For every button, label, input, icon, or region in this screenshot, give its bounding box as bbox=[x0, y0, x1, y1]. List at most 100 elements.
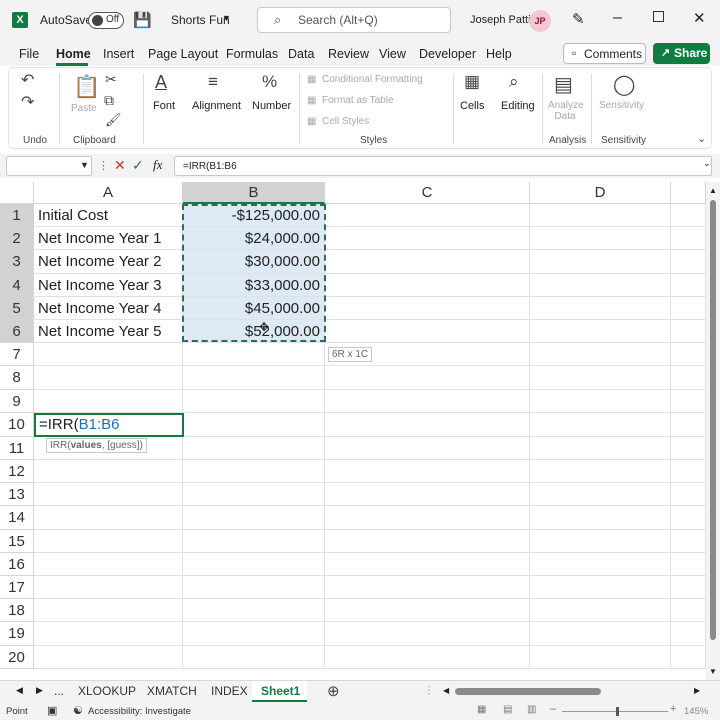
font-icon[interactable]: A bbox=[155, 72, 167, 93]
tab-view[interactable]: View bbox=[379, 47, 406, 61]
cell-a[interactable] bbox=[34, 576, 183, 600]
zoom-level[interactable]: 145% bbox=[684, 706, 708, 717]
cell-d[interactable] bbox=[530, 622, 671, 646]
cell-b[interactable] bbox=[183, 343, 325, 367]
horizontal-scroll-thumb[interactable] bbox=[455, 688, 601, 695]
save-icon[interactable]: 💾 bbox=[133, 11, 152, 29]
cell-e[interactable] bbox=[671, 529, 706, 553]
cell-b[interactable] bbox=[183, 366, 325, 390]
cell-d[interactable] bbox=[530, 506, 671, 530]
cell-e[interactable] bbox=[671, 273, 706, 297]
row-header[interactable]: 19 bbox=[0, 622, 34, 646]
redo-icon[interactable]: ↷ bbox=[21, 92, 34, 112]
zoom-in-icon[interactable]: + bbox=[670, 703, 676, 715]
user-name[interactable]: Joseph Patti bbox=[470, 14, 531, 26]
column-header-e[interactable] bbox=[671, 182, 706, 204]
cell-d[interactable] bbox=[530, 389, 671, 413]
cell-b[interactable] bbox=[183, 599, 325, 623]
collapse-ribbon-icon[interactable]: ⌄ bbox=[697, 132, 706, 145]
enter-icon[interactable]: ✓ bbox=[132, 157, 144, 174]
row-header[interactable]: 7 bbox=[0, 343, 34, 367]
sensitivity-icon[interactable]: ◯ bbox=[613, 72, 635, 97]
tab-home[interactable]: Home bbox=[56, 47, 91, 61]
row-header[interactable]: 18 bbox=[0, 599, 34, 623]
sheet-tab-index[interactable]: INDEX bbox=[211, 684, 248, 698]
scroll-tabs-right-icon[interactable]: ▶ bbox=[36, 685, 43, 696]
analyze-data-label[interactable]: Analyze Data bbox=[548, 100, 584, 122]
cell-d[interactable] bbox=[530, 599, 671, 623]
cell-d[interactable] bbox=[530, 250, 671, 274]
scroll-tabs-left-icon[interactable]: ◀ bbox=[16, 685, 23, 696]
cell-d[interactable] bbox=[530, 320, 671, 344]
undo-icon[interactable]: ↶ bbox=[21, 70, 34, 90]
column-header-a[interactable]: A bbox=[34, 182, 183, 204]
insert-function-icon[interactable]: fx bbox=[153, 157, 162, 173]
cell-e[interactable] bbox=[671, 366, 706, 390]
row-header[interactable]: 16 bbox=[0, 552, 34, 576]
accessibility-status[interactable]: Accessibility: Investigate bbox=[88, 706, 191, 717]
row-header[interactable]: 4 bbox=[0, 273, 34, 297]
hscroll-left-icon[interactable]: ◀ bbox=[443, 686, 449, 695]
percent-icon[interactable]: % bbox=[262, 72, 277, 92]
cell-d[interactable] bbox=[530, 296, 671, 320]
paste-label[interactable]: Paste bbox=[71, 103, 97, 114]
cell-e[interactable] bbox=[671, 645, 706, 669]
share-button[interactable]: ↗ Share bbox=[653, 43, 710, 64]
cell-e[interactable] bbox=[671, 389, 706, 413]
cell-a[interactable] bbox=[34, 343, 183, 367]
accessibility-icon[interactable]: ☯ bbox=[73, 704, 83, 717]
cancel-icon[interactable]: ✕ bbox=[114, 157, 126, 174]
normal-view-icon[interactable]: ▦ bbox=[477, 704, 486, 715]
tab-file[interactable]: File bbox=[19, 47, 39, 61]
cell-b[interactable] bbox=[183, 645, 325, 669]
analyze-data-icon[interactable]: ▤ bbox=[554, 72, 573, 97]
format-as-table-label[interactable]: Format as Table bbox=[322, 95, 394, 106]
cell-a[interactable]: Net Income Year 3 bbox=[34, 273, 183, 297]
cell-e[interactable] bbox=[671, 506, 706, 530]
cell-e[interactable] bbox=[671, 436, 706, 460]
cell-c[interactable] bbox=[325, 645, 530, 669]
font-label[interactable]: Font bbox=[153, 100, 175, 112]
scroll-up-icon[interactable]: ▲ bbox=[709, 186, 717, 195]
cell-b[interactable] bbox=[183, 389, 325, 413]
cell-e[interactable] bbox=[671, 296, 706, 320]
tab-developer[interactable]: Developer bbox=[419, 47, 476, 61]
cut-icon[interactable]: ✂ bbox=[105, 71, 117, 88]
row-header[interactable]: 14 bbox=[0, 506, 34, 530]
cell-a[interactable] bbox=[34, 599, 183, 623]
tab-help[interactable]: Help bbox=[486, 47, 512, 61]
cell-e[interactable] bbox=[671, 599, 706, 623]
alignment-label[interactable]: Alignment bbox=[192, 100, 241, 112]
chevron-down-icon[interactable]: ▼ bbox=[222, 13, 231, 23]
column-header-c[interactable]: C bbox=[325, 182, 530, 204]
sheet-tab-xlookup[interactable]: XLOOKUP bbox=[78, 684, 136, 698]
editing-label[interactable]: Editing bbox=[501, 100, 535, 112]
row-header[interactable]: 2 bbox=[0, 227, 34, 251]
cell-d[interactable] bbox=[530, 483, 671, 507]
cell-a[interactable]: Net Income Year 5 bbox=[34, 320, 183, 344]
active-edit-cell[interactable]: =IRR(B1:B6 bbox=[34, 413, 184, 437]
cell-b[interactable] bbox=[183, 483, 325, 507]
cell-a[interactable] bbox=[34, 389, 183, 413]
cell-c[interactable] bbox=[325, 576, 530, 600]
more-sheets[interactable]: ... bbox=[54, 684, 64, 698]
row-header[interactable]: 11 bbox=[0, 436, 34, 460]
cell-b[interactable] bbox=[183, 436, 325, 460]
cell-a[interactable] bbox=[34, 529, 183, 553]
comments-button[interactable]: ▫ Comments bbox=[563, 43, 646, 64]
spreadsheet-grid[interactable]: A B C D 1 Initial Cost -$125,000.00 2 Net In… bbox=[0, 182, 706, 680]
tab-review[interactable]: Review bbox=[328, 47, 369, 61]
cell-a[interactable]: Net Income Year 2 bbox=[34, 250, 183, 274]
select-all-corner[interactable] bbox=[0, 182, 34, 204]
cell-c[interactable] bbox=[325, 483, 530, 507]
name-box[interactable]: ▼ bbox=[6, 156, 92, 176]
cell-c[interactable] bbox=[325, 227, 530, 251]
add-sheet-icon[interactable]: ⊕ bbox=[327, 682, 340, 700]
cell-d[interactable] bbox=[530, 273, 671, 297]
cell-b[interactable] bbox=[183, 622, 325, 646]
cell-c[interactable] bbox=[325, 552, 530, 576]
cell-a[interactable] bbox=[34, 506, 183, 530]
minimize-icon[interactable]: – bbox=[613, 9, 622, 27]
cell-c[interactable] bbox=[325, 320, 530, 344]
vertical-scrollbar[interactable]: ▲ ▼ bbox=[706, 182, 720, 680]
